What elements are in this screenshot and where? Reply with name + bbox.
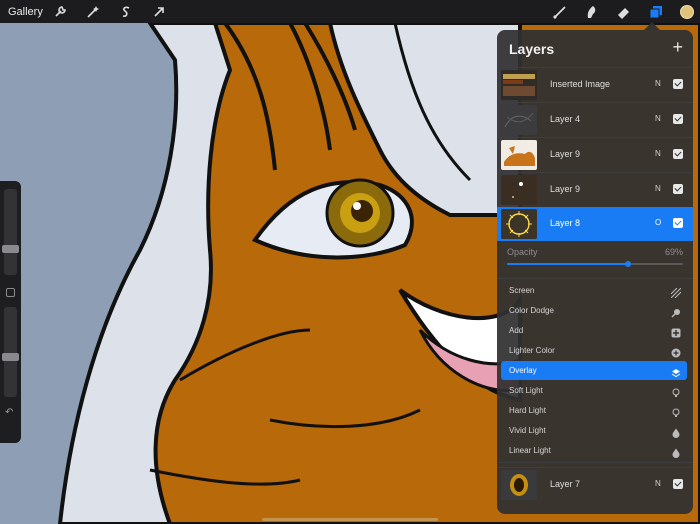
layer-blend-mode-button[interactable]: N [655,479,661,488]
blend-mode-item[interactable]: Soft Light [501,381,687,400]
layer-visibility-checkbox[interactable] [673,79,683,89]
eyedropper-button[interactable] [6,288,15,297]
opacity-slider-fill [507,263,629,265]
layer-visibility-checkbox[interactable] [673,479,683,489]
layer-thumbnail [501,175,537,205]
undo-icon[interactable]: ↶ [5,407,13,418]
blend-mode-item[interactable]: Hard Light [501,401,687,420]
layer-blend-mode-button[interactable]: N [655,184,661,193]
layer-name: Layer 8 [550,218,581,228]
brush-icon[interactable] [552,4,568,20]
blend-mode-label: Add [509,326,524,335]
bulb-icon [671,405,681,417]
blend-mode-item[interactable]: Color Dodge [501,301,687,320]
divider [497,278,693,279]
layer-name: Inserted Image [550,79,611,89]
top-toolbar: Gallery [0,0,700,23]
layer-visibility-checkbox[interactable] [673,218,683,228]
plus-square-icon [671,325,681,338]
transform-arrow-icon[interactable] [152,5,166,19]
blend-mode-label: Color Dodge [509,306,554,315]
wrench-icon[interactable] [53,5,67,19]
layers-icon [671,365,681,378]
left-sidebar: ↶ [0,181,21,443]
home-indicator [262,518,438,521]
layer-blend-mode-button[interactable]: N [655,149,661,158]
blend-mode-item[interactable]: Linear Light [501,441,687,460]
blend-mode-label: Screen [509,286,535,295]
divider [497,462,693,463]
opacity-value: 69% [664,247,683,257]
layer-row[interactable]: Layer 9 N [497,172,693,206]
layer-name: Layer 4 [550,114,581,124]
panel-pointer [644,22,660,30]
blend-mode-label: Overlay [509,366,537,375]
brush-size-slider[interactable] [4,189,17,275]
bulb-icon [671,385,681,397]
layer-row[interactable]: Layer 9 N [497,137,693,171]
magic-wand-icon[interactable] [86,5,100,19]
layer-thumbnail [501,70,537,100]
layer-thumbnail [501,470,537,500]
add-layer-button[interactable]: + [672,37,683,58]
smudge-icon[interactable] [584,4,600,20]
color-picker-swatch[interactable] [680,4,694,19]
dropper-icon [671,305,681,318]
blend-mode-item[interactable]: Overlay [501,361,687,380]
layers-panel: Layers + Inserted Image N Layer 4 N Layer 9 N… [497,30,693,514]
layer-thumbnail [501,105,537,135]
layer-name: Layer 9 [550,184,581,194]
selection-icon[interactable] [119,5,133,19]
eraser-icon[interactable] [616,4,632,20]
layer-name: Layer 7 [550,479,581,489]
layer-row-layer-7[interactable]: Layer 7 N [497,467,693,501]
layer-visibility-checkbox[interactable] [673,149,683,159]
blend-mode-label: Vivid Light [509,426,546,435]
layer-thumbnail [501,209,537,239]
layer-name: Layer 9 [550,149,581,159]
layer-row[interactable]: Layer 4 N [497,102,693,136]
opacity-label: Opacity [507,247,538,257]
blend-mode-item[interactable]: Lighter Color [501,341,687,360]
blend-mode-item[interactable]: Screen [501,281,687,300]
layer-row[interactable]: Inserted Image N [497,67,693,101]
layer-visibility-checkbox[interactable] [673,184,683,194]
blend-mode-item[interactable]: Add [501,321,687,340]
blend-mode-label: Hard Light [509,406,546,415]
layer-thumbnail [501,140,537,170]
layer-blend-mode-button[interactable]: N [655,114,661,123]
gallery-button[interactable]: Gallery [0,6,43,18]
layer-visibility-checkbox[interactable] [673,114,683,124]
layer-row[interactable]: Layer 8 O [497,207,693,241]
brush-opacity-slider-thumb[interactable] [2,352,19,361]
drop-icon [671,425,681,438]
panel-title: Layers [509,41,555,57]
plus-circle-icon [671,345,681,358]
toolbar-right-group [536,0,700,23]
layer-blend-mode-button[interactable]: N [655,79,661,88]
layer-blend-mode-button[interactable]: O [655,218,661,227]
blend-mode-label: Linear Light [509,446,551,455]
opacity-slider[interactable] [507,261,683,267]
opacity-slider-knob[interactable] [625,261,632,267]
layers-icon[interactable] [648,4,664,20]
drop-icon [671,445,681,458]
hatch-icon [670,285,682,299]
blend-mode-item[interactable]: Vivid Light [501,421,687,440]
blend-mode-label: Soft Light [509,386,543,395]
blend-mode-label: Lighter Color [509,346,555,355]
brush-size-slider-thumb[interactable] [2,245,19,254]
